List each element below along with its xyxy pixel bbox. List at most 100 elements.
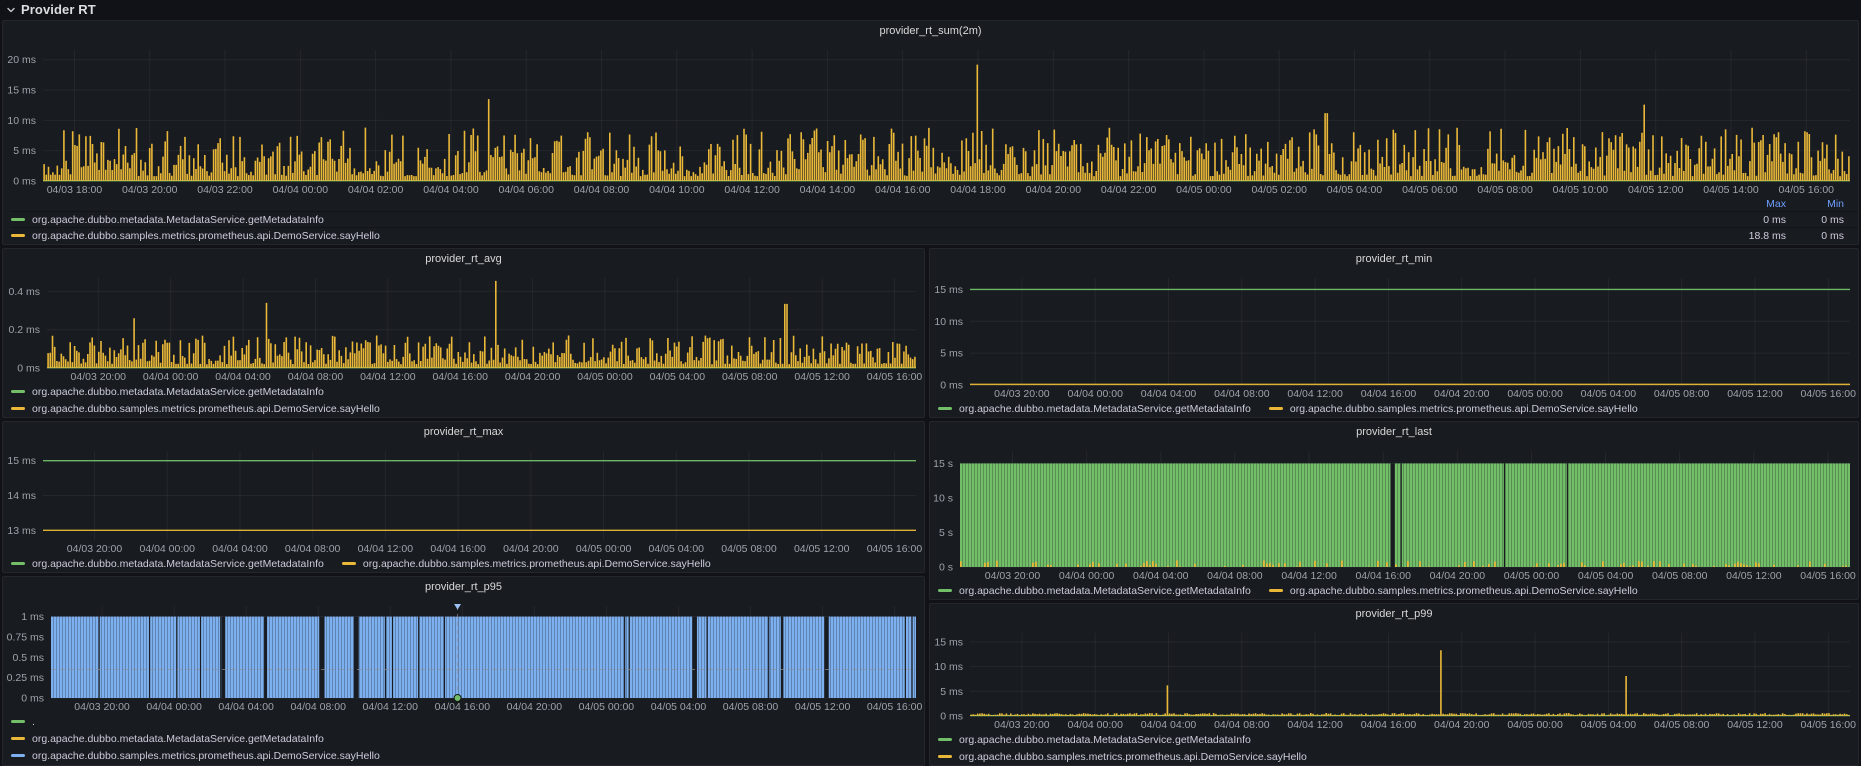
legend-sort-min[interactable]: Min [1786,198,1858,210]
legend-label: . [32,716,924,728]
section-title: Provider RT [21,2,96,17]
x-tick-label: 04/05 04:00 [1581,388,1637,400]
x-tick-label: 04/04 16:00 [875,184,931,196]
legend-item[interactable]: org.apache.dubbo.metadata.MetadataServic… [938,400,1251,417]
y-tick-label: 5 ms [940,686,963,698]
chart-plot[interactable]: 0 ms5 ms10 ms15 ms04/03 20:0004/04 00:00… [930,625,1858,731]
y-tick-label: 14 ms [7,490,36,502]
x-tick-label: 04/04 12:00 [1281,570,1337,582]
y-tick-label: 0.75 ms [7,631,44,643]
panel-min: provider_rt_min0 ms5 ms10 ms15 ms04/03 2… [929,248,1859,418]
legend-label: org.apache.dubbo.samples.metrics.prometh… [1290,403,1638,415]
chart-plot[interactable]: 0 ms5 ms10 ms15 ms20 ms04/03 18:0004/03 … [3,42,1858,196]
chart-plot[interactable]: 0 ms0.25 ms0.5 ms0.75 ms1 ms04/03 20:000… [3,598,924,713]
legend-item[interactable]: org.apache.dubbo.metadata.MetadataServic… [11,730,924,747]
legend-item[interactable]: org.apache.dubbo.samples.metrics.prometh… [11,227,1858,243]
panel-title[interactable]: provider_rt_sum(2m) [3,21,1858,42]
series-fill [960,463,1850,567]
x-tick-label: 04/05 00:00 [1504,570,1560,582]
legend-item[interactable]: org.apache.dubbo.samples.metrics.prometh… [11,747,924,764]
legend-item[interactable]: org.apache.dubbo.samples.metrics.prometh… [1269,582,1638,599]
legend-item[interactable]: . [11,713,924,730]
legend-series-color [11,737,25,740]
legend-label: org.apache.dubbo.samples.metrics.prometh… [959,751,1858,763]
x-tick-label: 04/05 16:00 [1801,719,1857,731]
panel-avg: provider_rt_avg0 ms0.2 ms0.4 ms04/03 20:… [2,248,925,418]
legend-item[interactable]: org.apache.dubbo.metadata.MetadataServic… [938,731,1858,748]
legend: org.apache.dubbo.metadata.MetadataServic… [930,731,1858,765]
chart-plot[interactable]: 0 ms0.2 ms0.4 ms04/03 20:0004/04 00:0004… [3,270,924,383]
x-tick-label: 04/05 08:00 [1477,184,1533,196]
legend-item[interactable]: org.apache.dubbo.metadata.MetadataServic… [11,555,324,572]
x-tick-label: 04/03 20:00 [74,701,130,713]
legend-label: org.apache.dubbo.samples.metrics.prometh… [1290,585,1638,597]
legend-item[interactable]: org.apache.dubbo.samples.metrics.prometh… [938,748,1858,765]
x-tick-label: 04/05 14:00 [1703,184,1759,196]
legend-value-min: 0 ms [1786,214,1858,226]
chart-plot[interactable]: 0 ms5 ms10 ms15 ms04/03 20:0004/04 00:00… [930,270,1858,400]
y-tick-label: 15 ms [7,85,36,97]
annotation-dot[interactable] [454,695,461,702]
legend: org.apache.dubbo.metadata.MetadataServic… [930,400,1858,417]
x-tick-label: 04/05 00:00 [1176,184,1232,196]
x-tick-label: 04/03 20:00 [994,388,1050,400]
legend-sort-max[interactable]: Max [1712,198,1786,210]
x-tick-label: 04/04 00:00 [146,701,202,713]
y-tick-label: 1 ms [21,611,44,623]
legend-item[interactable]: org.apache.dubbo.metadata.MetadataServic… [11,383,924,400]
chart-plot[interactable]: 0 s5 s10 s15 s04/03 20:0004/04 00:0004/0… [930,443,1858,582]
x-tick-label: 04/03 20:00 [122,184,178,196]
panel-title[interactable]: provider_rt_min [930,249,1858,270]
y-tick-label: 0 ms [17,363,40,375]
x-tick-label: 04/04 16:00 [430,543,486,555]
x-tick-label: 04/03 22:00 [197,184,253,196]
y-tick-label: 10 ms [934,316,963,328]
x-tick-label: 04/05 04:00 [650,371,706,383]
legend-series-color [11,754,25,757]
x-tick-label: 04/04 04:00 [215,371,271,383]
x-tick-label: 04/03 20:00 [985,570,1041,582]
y-tick-label: 0 ms [940,380,963,392]
x-tick-label: 04/03 20:00 [994,719,1050,731]
panel-title[interactable]: provider_rt_p99 [930,604,1858,625]
x-tick-label: 04/04 08:00 [1214,719,1270,731]
x-tick-label: 04/05 08:00 [723,701,779,713]
x-tick-label: 04/04 16:00 [432,371,488,383]
legend-item[interactable]: org.apache.dubbo.samples.metrics.prometh… [342,555,711,572]
x-tick-label: 04/04 08:00 [574,184,630,196]
annotation-marker-icon[interactable] [454,604,461,610]
legend: org.apache.dubbo.metadata.MetadataServic… [3,555,924,572]
x-tick-label: 04/04 10:00 [649,184,705,196]
legend-series-color [1269,589,1283,592]
legend-series-color [938,738,952,741]
section-header-provider-rt[interactable]: Provider RT [0,0,1861,19]
x-tick-label: 04/04 04:00 [1133,570,1189,582]
legend-item[interactable]: org.apache.dubbo.metadata.MetadataServic… [938,582,1251,599]
y-tick-label: 15 ms [934,636,963,648]
x-tick-label: 04/04 00:00 [1059,570,1115,582]
y-tick-label: 15 ms [934,284,963,296]
legend-item[interactable]: org.apache.dubbo.samples.metrics.prometh… [11,400,924,417]
x-tick-label: 04/03 18:00 [47,184,103,196]
series-fill [51,617,916,698]
legend: MaxMinorg.apache.dubbo.metadata.Metadata… [3,196,1858,243]
panel-title[interactable]: provider_rt_p95 [3,577,924,598]
panel-last: provider_rt_last0 s5 s10 s15 s04/03 20:0… [929,421,1859,600]
panel-title[interactable]: provider_rt_max [3,422,924,443]
x-tick-label: 04/05 00:00 [1507,388,1563,400]
x-tick-label: 04/05 12:00 [1726,570,1782,582]
legend-item[interactable]: org.apache.dubbo.metadata.MetadataServic… [11,211,1858,227]
x-tick-label: 04/05 08:00 [1654,719,1710,731]
series-bars [970,650,1849,716]
x-tick-label: 04/04 04:00 [1141,388,1197,400]
x-tick-label: 04/04 04:00 [212,543,268,555]
panel-title[interactable]: provider_rt_last [930,422,1858,443]
chart-plot[interactable]: 13 ms14 ms15 ms04/03 20:0004/04 00:0004/… [3,443,924,555]
dashboard-root: Provider RT provider_rt_sum(2m)0 ms5 ms1… [0,0,1861,766]
x-tick-label: 04/05 04:00 [651,701,707,713]
legend-label: org.apache.dubbo.samples.metrics.prometh… [32,750,924,762]
panel-title[interactable]: provider_rt_avg [3,249,924,270]
legend-label: org.apache.dubbo.samples.metrics.prometh… [32,230,1712,242]
x-tick-label: 04/04 20:00 [503,543,559,555]
legend-item[interactable]: org.apache.dubbo.samples.metrics.prometh… [1269,400,1638,417]
